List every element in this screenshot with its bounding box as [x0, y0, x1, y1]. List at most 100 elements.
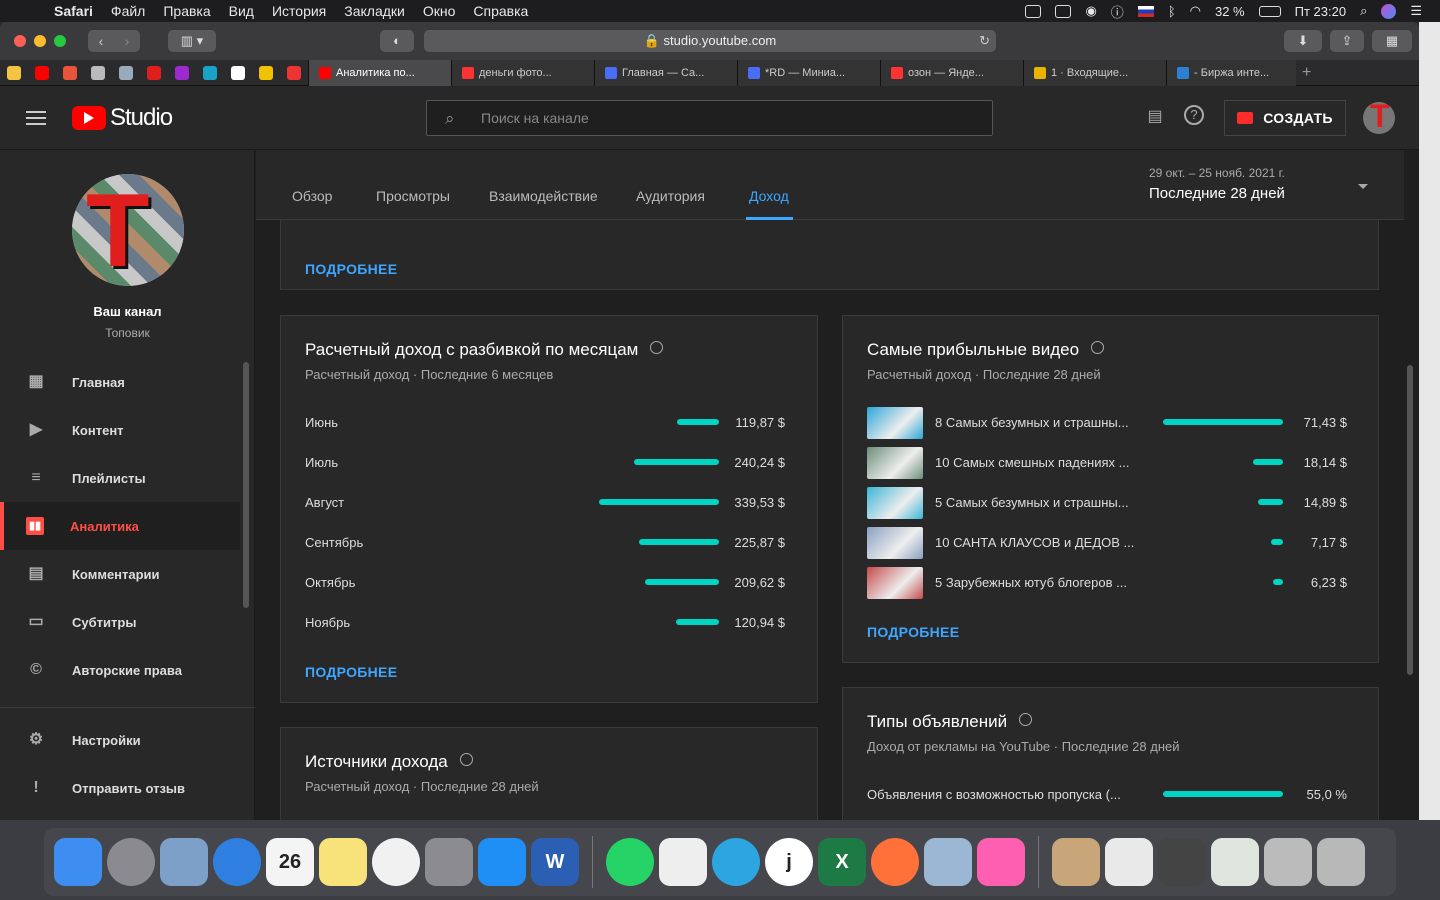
messages-icon[interactable]: ▤: [1144, 106, 1166, 128]
hamburger-menu-icon[interactable]: [26, 107, 46, 129]
dock-preview-icon[interactable]: [924, 838, 972, 886]
accessibility-icon[interactable]: ⓘ: [1111, 2, 1124, 21]
menu-bookmarks[interactable]: Закладки: [344, 3, 405, 19]
channel-avatar[interactable]: T: [72, 174, 184, 286]
dock-doc-2-icon[interactable]: [1105, 838, 1153, 886]
downloads-button[interactable]: ⬇: [1284, 30, 1322, 52]
pinned-tab[interactable]: [168, 60, 196, 86]
control-center-icon[interactable]: ☰: [1410, 3, 1422, 19]
sidebar-item-dashboard[interactable]: ▦ Главная: [0, 358, 240, 406]
ad-type-row[interactable]: Объявления с возможностью пропуска (... 5…: [867, 784, 1347, 804]
main-scrollbar[interactable]: [1407, 365, 1413, 675]
browser-tab[interactable]: *RD — Миниа...: [737, 59, 880, 86]
pinned-tab[interactable]: [140, 60, 168, 86]
pinned-tab[interactable]: [56, 60, 84, 86]
pinned-tab[interactable]: [28, 60, 56, 86]
status-icon[interactable]: ◉: [1085, 3, 1096, 19]
search-input[interactable]: ⌕ Поиск на канале: [426, 100, 993, 136]
video-thumbnail[interactable]: [867, 527, 923, 559]
siri-icon[interactable]: [1381, 3, 1397, 19]
dock-finder-icon[interactable]: [54, 838, 102, 886]
video-thumbnail[interactable]: [867, 407, 923, 439]
month-row[interactable]: Август 339,53 $: [305, 492, 785, 512]
sidebar-item-comments[interactable]: ▤ Комментарии: [0, 550, 240, 598]
dock-jitsi-icon[interactable]: j: [765, 838, 813, 886]
pinned-tab[interactable]: [224, 60, 252, 86]
pinned-tab[interactable]: [0, 60, 28, 86]
browser-tab[interactable]: Аналитика по...: [308, 59, 451, 86]
dock-mail-sender-icon[interactable]: [160, 838, 208, 886]
forward-icon[interactable]: ›: [114, 30, 140, 52]
menu-window[interactable]: Окно: [423, 3, 456, 19]
month-row[interactable]: Ноябрь 120,94 $: [305, 612, 785, 632]
tab-audience[interactable]: Аудитория: [636, 188, 705, 204]
dock-trash-icon[interactable]: [1317, 838, 1365, 886]
sidebar-item-analytics[interactable]: ▮▮ Аналитика: [0, 502, 240, 550]
menu-help[interactable]: Справка: [473, 3, 528, 19]
close-window-button[interactable]: [14, 35, 26, 47]
dock-clean-my-mac-icon[interactable]: [977, 838, 1025, 886]
month-row[interactable]: Июль 240,24 $: [305, 452, 785, 472]
menu-history[interactable]: История: [272, 3, 326, 19]
battery-icon[interactable]: [1258, 5, 1281, 17]
dock-doc-4-icon[interactable]: [1211, 838, 1259, 886]
reload-icon[interactable]: ↻: [979, 30, 990, 52]
tab-views[interactable]: Просмотры: [376, 188, 450, 204]
studio-logo[interactable]: Studio: [72, 104, 173, 132]
share-button[interactable]: ⇪: [1330, 30, 1364, 52]
sidebar-scrollbar[interactable]: [243, 362, 249, 608]
video-thumbnail[interactable]: [867, 567, 923, 599]
display-icon[interactable]: [1025, 4, 1042, 18]
tab-overview-button[interactable]: ▦: [1372, 30, 1412, 52]
month-row[interactable]: Сентябрь 225,87 $: [305, 532, 785, 552]
keyboard-icon[interactable]: [1055, 4, 1072, 18]
clock[interactable]: Пт 23:20: [1295, 4, 1346, 19]
browser-tab[interactable]: деньги фото...: [451, 59, 594, 86]
browser-tab[interactable]: Главная — Са...: [594, 59, 737, 86]
more-link[interactable]: ПОДРОБНЕЕ: [305, 664, 397, 680]
back-icon[interactable]: ‹: [88, 30, 114, 52]
month-row[interactable]: Октябрь 209,62 $: [305, 572, 785, 592]
video-thumbnail[interactable]: [867, 487, 923, 519]
wifi-icon[interactable]: ◠: [1190, 3, 1201, 19]
sidebar-item-copyright[interactable]: © Авторские права: [0, 646, 240, 694]
bluetooth-icon[interactable]: ᛒ: [1168, 4, 1176, 19]
menu-view[interactable]: Вид: [229, 3, 254, 19]
sidebar-item-settings[interactable]: ⚙ Настройки: [0, 716, 240, 764]
dock-doc-1-icon[interactable]: [1052, 838, 1100, 886]
spotlight-search-icon[interactable]: ⌕: [1360, 3, 1367, 19]
clock-icon[interactable]: [650, 341, 664, 354]
video-row[interactable]: 8 Самых безумных и страшны... 71,43 $: [867, 407, 1347, 439]
pinned-tab[interactable]: [252, 60, 280, 86]
month-row[interactable]: Июнь 119,87 $: [305, 412, 785, 432]
dock-excel-icon[interactable]: X: [818, 838, 866, 886]
dock-firefox-icon[interactable]: [871, 838, 919, 886]
dock-photos-icon[interactable]: [372, 838, 420, 886]
address-bar[interactable]: 🔒 studio.youtube.com ↻: [424, 30, 996, 52]
dock-app-store-icon[interactable]: [478, 838, 526, 886]
clock-icon[interactable]: [1091, 341, 1105, 354]
sidebar-item-playlists[interactable]: ≡ Плейлисты: [0, 454, 240, 502]
language-flag-icon[interactable]: [1137, 5, 1154, 17]
dock-telegram-icon[interactable]: [712, 838, 760, 886]
sidebar-item-subtitles[interactable]: ▭ Субтитры: [0, 598, 240, 646]
browser-tab[interactable]: 1 · Входящие...: [1023, 59, 1166, 86]
video-row[interactable]: 10 САНТА КЛАУСОВ и ДЕДОВ ... 7,17 $: [867, 527, 1347, 559]
zoom-window-button[interactable]: [54, 35, 66, 47]
video-row[interactable]: 5 Зарубежных ютуб блогеров ... 6,23 $: [867, 567, 1347, 599]
browser-tab[interactable]: озон — Янде...: [880, 59, 1023, 86]
video-row[interactable]: 10 Самых смешных падениях ... 18,14 $: [867, 447, 1347, 479]
dock-notes-icon[interactable]: [319, 838, 367, 886]
minimize-window-button[interactable]: [34, 35, 46, 47]
tab-overview[interactable]: Обзор: [292, 188, 332, 204]
battery-percent[interactable]: 32 %: [1215, 4, 1245, 19]
dock-word-icon[interactable]: W: [531, 838, 579, 886]
help-icon[interactable]: ?: [1184, 105, 1204, 125]
sidebar-item-feedback[interactable]: ! Отправить отзыв: [0, 764, 240, 812]
sidebar-item-content[interactable]: ▶ Контент: [0, 406, 240, 454]
more-link[interactable]: ПОДРОБНЕЕ: [867, 624, 959, 640]
tab-engagement[interactable]: Взаимодействие: [489, 188, 598, 204]
create-button[interactable]: СОЗДАТЬ: [1224, 100, 1346, 136]
pinned-tab[interactable]: [112, 60, 140, 86]
pinned-tab[interactable]: [280, 60, 308, 86]
